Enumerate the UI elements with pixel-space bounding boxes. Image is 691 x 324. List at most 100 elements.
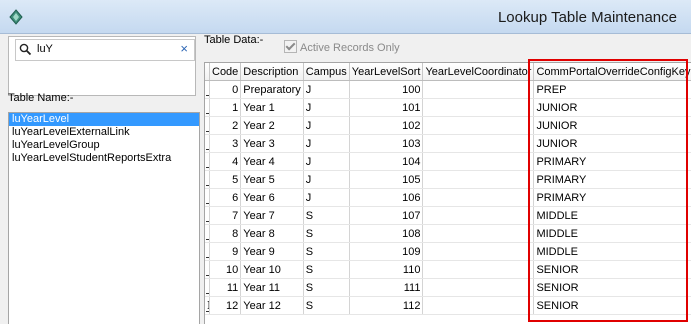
table-list-item[interactable]: luYearLevelGroup — [9, 139, 199, 152]
grid-cell[interactable]: 110 — [349, 260, 424, 279]
row-selector[interactable]: I — [205, 296, 210, 315]
grid-cell[interactable]: PRIMARY — [533, 188, 691, 207]
table-list-item[interactable]: luYearLevel — [9, 113, 199, 126]
table-row[interactable]: 10 Year 10 S 110 SENIOR — [205, 260, 691, 279]
grid-cell[interactable]: 1 — [209, 98, 242, 117]
grid-cell[interactable]: PRIMARY — [533, 170, 691, 189]
grid-cell[interactable]: 10 — [209, 260, 242, 279]
grid-cell[interactable] — [422, 80, 535, 99]
row-selector[interactable] — [205, 278, 210, 297]
table-row[interactable]: I12Year 12S112 SENIOR — [205, 296, 691, 315]
grid-cell[interactable]: J — [303, 98, 350, 117]
grid-cell[interactable]: 9 — [209, 242, 242, 261]
grid-cell[interactable]: Year 9 — [240, 242, 304, 261]
grid-cell[interactable]: 100 — [349, 80, 424, 99]
grid-cell[interactable]: S — [303, 242, 350, 261]
table-row[interactable]: 9 Year 9 S 109 MIDDLE — [205, 242, 691, 261]
table-row[interactable]: 7 Year 7 S 107 MIDDLE — [205, 206, 691, 225]
grid-cell[interactable] — [422, 242, 535, 261]
grid-cell[interactable]: S — [303, 224, 350, 243]
grid-cell[interactable]: Year 8 — [240, 224, 304, 243]
grid-cell[interactable]: Year 5 — [240, 170, 304, 189]
grid-cell[interactable]: 0 — [209, 80, 242, 99]
grid-cell[interactable]: 106 — [349, 188, 424, 207]
table-list-item[interactable]: luYearLevelExternalLink — [9, 126, 199, 139]
grid-cell[interactable]: J — [303, 188, 350, 207]
active-records-checkbox[interactable] — [284, 40, 297, 53]
table-row[interactable]: 4 Year 4 J 104 PRIMARY — [205, 152, 691, 171]
grid-cell[interactable]: Year 3 — [240, 134, 304, 153]
grid-cell[interactable]: PRIMARY — [533, 152, 691, 171]
grid-cell[interactable]: 109 — [349, 242, 424, 261]
grid-cell[interactable]: 104 — [349, 152, 424, 171]
grid-cell[interactable]: 5 — [209, 170, 242, 189]
grid-cell[interactable] — [422, 296, 535, 315]
row-selector[interactable] — [205, 98, 210, 117]
column-header[interactable]: YearLevelSort — [349, 63, 424, 81]
grid-cell[interactable]: 6 — [209, 188, 242, 207]
grid-cell[interactable]: S — [303, 206, 350, 225]
grid-cell[interactable] — [422, 260, 535, 279]
grid-cell[interactable] — [422, 206, 535, 225]
column-header[interactable]: Campus — [303, 63, 350, 81]
column-header[interactable]: Code — [209, 63, 242, 81]
grid-cell[interactable]: SENIOR — [533, 296, 691, 315]
grid-cell[interactable]: 101 — [349, 98, 424, 117]
grid-cell[interactable]: 7 — [209, 206, 242, 225]
row-selector[interactable] — [205, 170, 210, 189]
grid-cell[interactable]: J — [303, 170, 350, 189]
grid-cell[interactable]: 4 — [209, 152, 242, 171]
grid-cell[interactable]: Year 10 — [240, 260, 304, 279]
grid-cell[interactable]: 11 — [209, 278, 242, 297]
table-row[interactable]: 3 Year 3 J 103 JUNIOR — [205, 134, 691, 153]
grid-cell[interactable]: Year 4 — [240, 152, 304, 171]
grid-cell[interactable]: J — [303, 134, 350, 153]
grid-cell[interactable]: 111 — [349, 278, 424, 297]
table-row[interactable]: 6 Year 6 J 106 PRIMARY — [205, 188, 691, 207]
row-selector[interactable] — [205, 206, 210, 225]
grid-cell[interactable]: S — [303, 278, 350, 297]
table-row[interactable]: 11 Year 11 S 111 SENIOR — [205, 278, 691, 297]
grid-cell[interactable]: Year 6 — [240, 188, 304, 207]
grid-cell[interactable]: Year 1 — [240, 98, 304, 117]
grid-cell[interactable]: 107 — [349, 206, 424, 225]
grid-cell[interactable]: J — [303, 152, 350, 171]
grid-cell[interactable]: PREP — [533, 80, 691, 99]
search-input[interactable] — [37, 42, 173, 56]
row-selector[interactable] — [205, 242, 210, 261]
row-selector[interactable] — [205, 260, 210, 279]
grid-cell[interactable]: JUNIOR — [533, 134, 691, 153]
table-row[interactable]: 2 Year 2 J 102 JUNIOR — [205, 116, 691, 135]
grid-cell[interactable]: J — [303, 80, 350, 99]
grid-cell[interactable]: S — [303, 296, 350, 315]
grid-cell[interactable]: JUNIOR — [533, 98, 691, 117]
grid-cell[interactable] — [422, 188, 535, 207]
grid-cell[interactable]: 8 — [209, 224, 242, 243]
grid-cell[interactable]: Year 11 — [240, 278, 304, 297]
table-row[interactable]: 1 Year 1 J 101 JUNIOR — [205, 98, 691, 117]
table-name-list[interactable]: luYearLevel luYearLevelExternalLink luYear… — [8, 112, 200, 324]
grid-cell[interactable] — [422, 224, 535, 243]
grid-cell[interactable]: 105 — [349, 170, 424, 189]
grid-cell[interactable] — [422, 152, 535, 171]
row-selector[interactable] — [205, 152, 210, 171]
grid-cell[interactable]: Year 12 — [240, 296, 304, 315]
row-selector[interactable] — [205, 188, 210, 207]
row-selector[interactable] — [205, 116, 210, 135]
grid-cell[interactable]: S — [303, 260, 350, 279]
grid-cell[interactable]: JUNIOR — [533, 116, 691, 135]
grid-cell[interactable]: Preparatory — [240, 80, 304, 99]
column-header[interactable]: YearLevelCoordinator — [422, 63, 535, 81]
column-header[interactable]: Description — [240, 63, 304, 81]
grid-cell[interactable] — [422, 170, 535, 189]
grid-cell[interactable]: 2 — [209, 116, 242, 135]
grid-cell[interactable]: 12 — [209, 296, 242, 315]
row-selector[interactable] — [205, 80, 210, 99]
row-selector[interactable] — [205, 224, 210, 243]
table-row[interactable]: 5 Year 5 J 105 PRIMARY — [205, 170, 691, 189]
grid-cell[interactable] — [422, 134, 535, 153]
grid-cell[interactable] — [422, 98, 535, 117]
table-row[interactable]: 0 Preparatory J 100 PREP — [205, 80, 691, 99]
grid-cell[interactable]: 108 — [349, 224, 424, 243]
table-list-item[interactable]: luYearLevelStudentReportsExtra — [9, 152, 199, 165]
